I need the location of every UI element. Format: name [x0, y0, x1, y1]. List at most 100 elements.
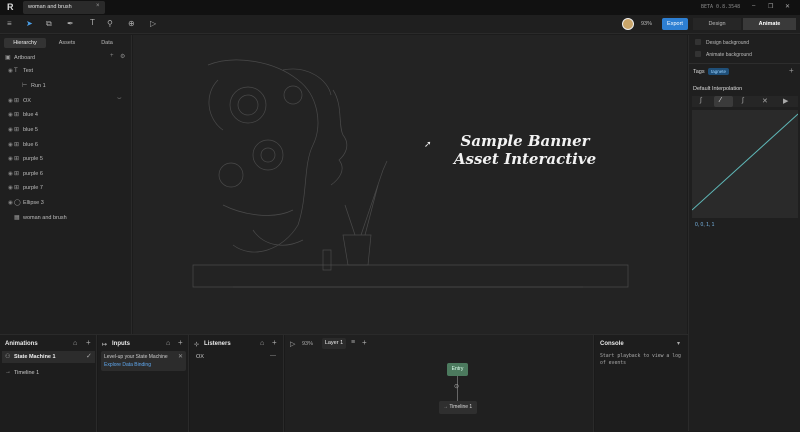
hold-interp-icon[interactable]: ∫: [700, 97, 702, 104]
mouse-cursor-icon: ➚: [424, 139, 432, 149]
interpolation-options: ∫ ⁄ ∫ ✕ ▶: [692, 96, 798, 107]
animate-background-label: Animate background: [706, 52, 752, 58]
app-logo[interactable]: R: [7, 2, 14, 12]
run-icon: ⊢: [22, 83, 28, 89]
artboard-label: Artboard: [14, 55, 36, 61]
tab-hierarchy[interactable]: Hierarchy: [4, 38, 46, 48]
ellipse-icon: ◯: [14, 200, 21, 206]
frame-tool-icon[interactable]: ⧉: [46, 20, 52, 28]
add-input-icon[interactable]: +: [178, 339, 183, 347]
graph-zoom[interactable]: 93%: [302, 341, 313, 347]
design-background-checkbox[interactable]: [695, 39, 701, 45]
toolbar: ≡ ➤ ⧉ ✒ T ⚲ ⊕ ▷ 93% Export Design Animat…: [0, 15, 800, 34]
timeline-node[interactable]: → Timeline 1: [439, 401, 477, 414]
folder-icon[interactable]: ⌂: [260, 340, 264, 348]
elastic-interp-icon[interactable]: ✕: [762, 97, 768, 105]
export-button[interactable]: Export: [662, 18, 688, 30]
step-interp-icon[interactable]: ▶: [783, 97, 788, 105]
layer-row-text[interactable]: ◉T Text: [8, 65, 33, 78]
layer-row-blue4[interactable]: ◉⊞ blue 4: [8, 109, 38, 122]
select-tool-icon[interactable]: ➤: [26, 20, 33, 28]
document-tab[interactable]: woman and brush ×: [23, 1, 105, 14]
text-tool-icon[interactable]: T: [90, 19, 95, 27]
layer-row-ox[interactable]: ◉⊞ OX: [8, 95, 31, 108]
tab-assets[interactable]: Assets: [48, 38, 86, 48]
curve-graph: [692, 113, 798, 211]
minimize-icon[interactable]: –: [752, 3, 755, 9]
interpolation-curve-editor[interactable]: [692, 110, 798, 218]
hierarchy-panel: Hierarchy Assets Data ▣ Artboard + ⚙ ◉T T…: [0, 35, 132, 334]
timeline-item[interactable]: Timeline 1: [14, 370, 39, 376]
version-label: BETA 0.8.3548: [701, 4, 741, 10]
play-icon[interactable]: ▷: [290, 340, 295, 348]
state-machine-item[interactable]: ⚇ State Machine 1 ✓: [2, 351, 95, 363]
bone-tool-icon[interactable]: ⚲: [107, 20, 113, 28]
settings-icon[interactable]: ⚙: [120, 53, 125, 60]
banner-text: Level-up your State Machine: [104, 354, 168, 360]
layer-row-run[interactable]: ⊢ Run 1: [22, 80, 46, 93]
banner-subtitle[interactable]: Asset Interactive: [445, 150, 605, 168]
layer-row-purple6[interactable]: ◉⊞ purple 6: [8, 168, 43, 181]
explore-data-binding-link[interactable]: Explore Data Binding: [104, 362, 151, 368]
check-icon: ✓: [86, 353, 92, 360]
folder-icon[interactable]: ⌂: [73, 340, 77, 348]
maximize-icon[interactable]: ❐: [768, 3, 773, 10]
dismiss-icon[interactable]: ✕: [178, 353, 183, 360]
inputs-panel: ↦ Inputs ⌂ + Level-up your State Machine…: [98, 335, 189, 432]
group-icon: ⊞: [14, 112, 20, 118]
design-mode-tab[interactable]: Design: [693, 18, 741, 30]
tag-badge[interactable]: tagnete: [708, 68, 730, 75]
bone-indicator-icon: ⌣: [117, 95, 122, 102]
layer-row-purple7[interactable]: ◉⊞ purple 7: [8, 182, 43, 195]
timeline-icon: →: [5, 369, 11, 375]
add-tag-icon[interactable]: +: [789, 66, 794, 75]
close-icon[interactable]: ×: [96, 3, 100, 9]
artboard-canvas[interactable]: Sample Banner Asset Interactive ➚: [133, 35, 687, 334]
bottom-panels: Animations ⌂ + ⚇ State Machine 1 ✓ → Tim…: [0, 334, 688, 432]
add-layer-icon[interactable]: +: [362, 338, 367, 347]
avatar[interactable]: [622, 18, 634, 30]
entry-node[interactable]: Entry: [447, 363, 468, 376]
listener-item[interactable]: OX: [196, 354, 204, 360]
group-icon: ⊞: [14, 171, 20, 177]
layer-menu-icon[interactable]: ≡: [351, 339, 355, 346]
transition-arrow-icon[interactable]: ⊙: [454, 383, 459, 390]
state-machine-graph[interactable]: ▷ 93% Layer 1 ≡ + Entry ⊙ → Timeline 1: [285, 335, 594, 432]
linear-interp-option[interactable]: ⁄: [714, 96, 733, 107]
layer-row-blue6[interactable]: ◉⊞ blue 6: [8, 139, 38, 152]
add-listener-icon[interactable]: +: [272, 339, 277, 347]
tags-label: Tags: [693, 69, 705, 75]
console-menu-icon[interactable]: ▾: [677, 340, 680, 348]
group-icon: ⊞: [14, 127, 20, 133]
state-machine-label: State Machine 1: [14, 354, 56, 360]
title-bar: R woman and brush × BETA 0.8.3548 – ❐ ✕: [0, 0, 800, 15]
banner-title[interactable]: Sample Banner: [451, 132, 599, 150]
layer-row-woman-and-brush[interactable]: ▦ woman and brush: [8, 212, 67, 225]
animations-panel: Animations ⌂ + ⚇ State Machine 1 ✓ → Tim…: [0, 335, 97, 432]
animate-background-checkbox[interactable]: [695, 51, 701, 57]
menu-icon[interactable]: ≡: [7, 20, 12, 28]
layer-row-ellipse3[interactable]: ◉◯ Ellipse 3: [8, 197, 44, 210]
play-icon[interactable]: ▷: [150, 20, 156, 28]
zoom-level[interactable]: 93%: [641, 21, 652, 27]
text-icon: T: [14, 68, 18, 74]
artboard-row[interactable]: ▣ Artboard + ⚙: [0, 52, 131, 64]
tab-data[interactable]: Data: [88, 38, 126, 48]
linear-interp-icon: ⁄: [720, 97, 722, 104]
animate-mode-tab[interactable]: Animate: [743, 18, 796, 30]
window-close-icon[interactable]: ✕: [785, 3, 790, 10]
folder-icon[interactable]: ⌂: [166, 340, 170, 348]
layer-row-blue5[interactable]: ◉⊞ blue 5: [8, 124, 38, 137]
cubic-interp-icon[interactable]: ∫: [742, 97, 744, 104]
console-message: Start playback to view a log of events: [600, 354, 681, 366]
add-icon[interactable]: +: [110, 53, 114, 59]
layer-tab[interactable]: Layer 1: [322, 338, 346, 349]
layer-row-purple5[interactable]: ◉⊞ purple 5: [8, 153, 43, 166]
add-animation-icon[interactable]: +: [86, 339, 91, 347]
animations-title: Animations: [5, 341, 38, 347]
remove-listener-icon[interactable]: —: [270, 353, 276, 359]
group-icon: ⊞: [14, 142, 20, 148]
component-tool-icon[interactable]: ⊕: [128, 20, 135, 28]
pen-tool-icon[interactable]: ✒: [67, 20, 74, 28]
timeline-node-label: Timeline 1: [449, 404, 473, 410]
